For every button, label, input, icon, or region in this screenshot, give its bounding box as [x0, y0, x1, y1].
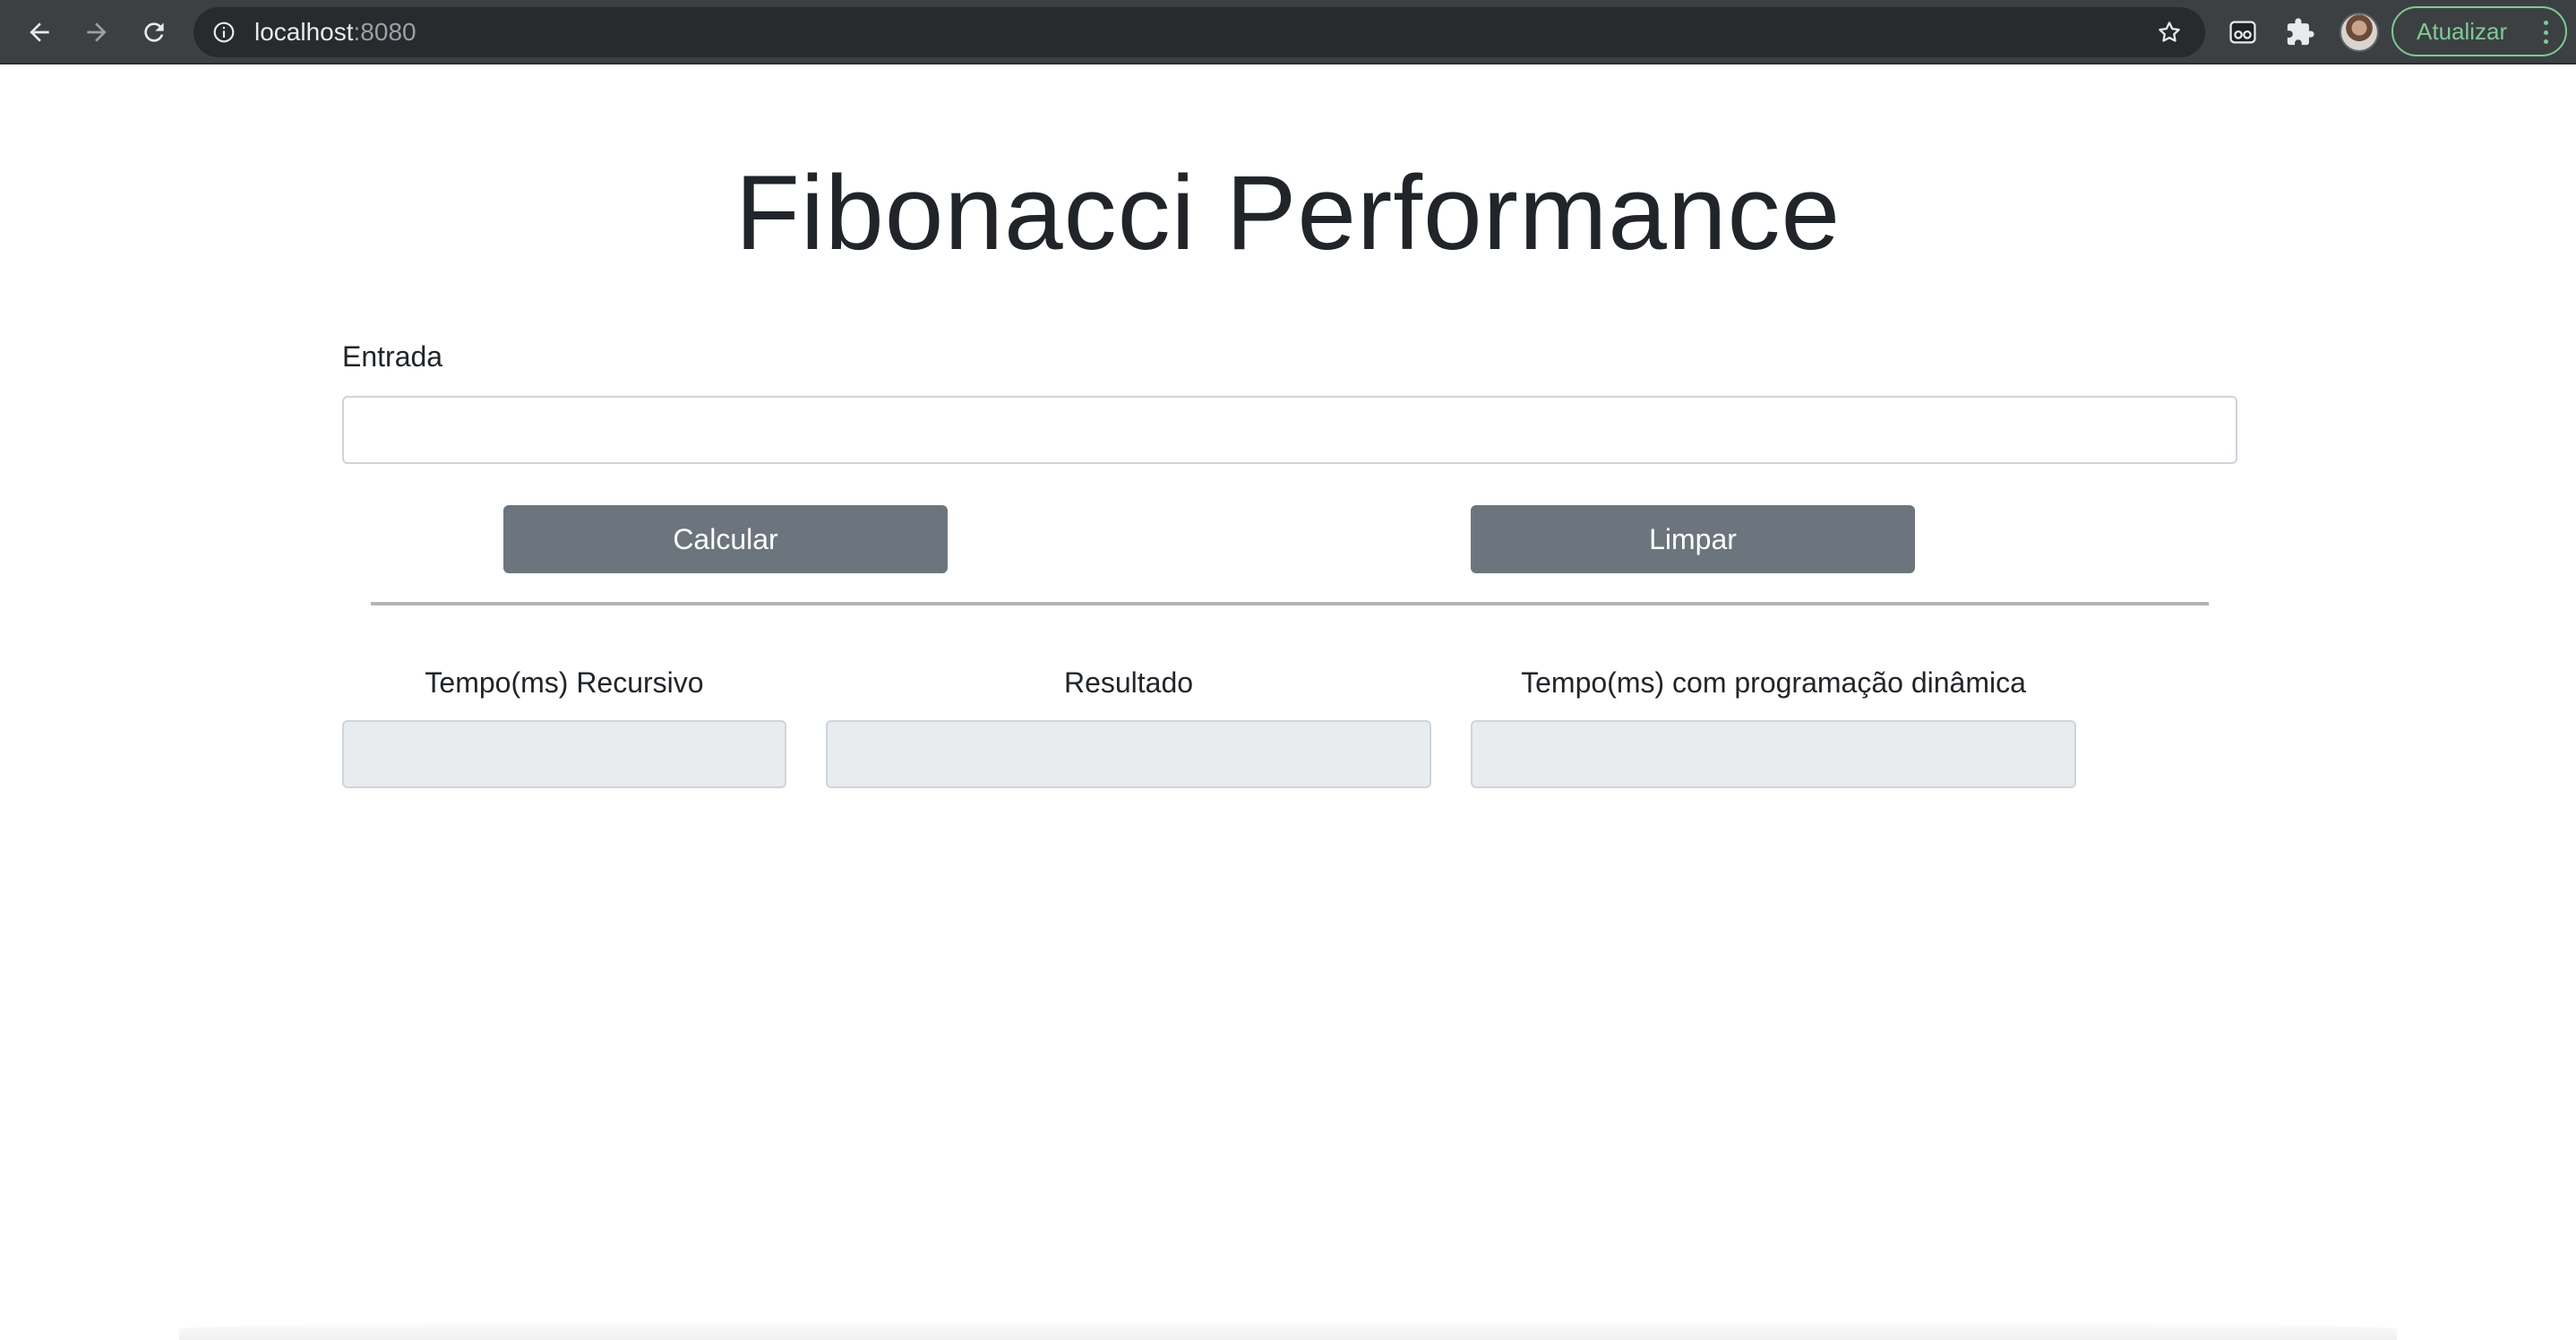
url-host: localhost	[254, 18, 354, 46]
clear-button[interactable]: Limpar	[1471, 505, 1915, 573]
calculate-button[interactable]: Calcular	[503, 505, 948, 573]
recursive-time-label: Tempo(ms) Recursivo	[425, 666, 704, 699]
bookmark-star-icon[interactable]	[2155, 18, 2184, 47]
entrada-input[interactable]	[342, 396, 2237, 464]
reader-extension-button[interactable]	[2223, 13, 2263, 52]
bottom-shadow	[179, 1319, 2397, 1340]
address-bar[interactable]: localhost:8080	[193, 7, 2205, 57]
puzzle-icon	[2287, 18, 2314, 46]
url-text: localhost:8080	[254, 7, 416, 57]
more-vert-icon[interactable]	[2542, 21, 2549, 44]
browser-toolbar: localhost:8080 Atualizar	[0, 0, 2576, 64]
page-title: Fibonacci Performance	[734, 154, 1842, 272]
arrow-right-icon	[87, 22, 107, 42]
result-label: Resultado	[1063, 666, 1194, 699]
forward-button[interactable]	[75, 11, 118, 54]
dynamic-time-label: Tempo(ms) com programação dinâmica	[1521, 666, 2026, 699]
info-icon[interactable]	[211, 20, 236, 45]
url-port: :8080	[353, 18, 416, 46]
result-output	[826, 720, 1431, 788]
reader-mode-icon	[2229, 21, 2256, 44]
update-browser-button[interactable]: Atualizar	[2391, 6, 2567, 56]
reload-icon	[144, 22, 164, 42]
arrow-left-icon	[30, 22, 49, 42]
update-label: Atualizar	[2417, 17, 2508, 45]
extensions-button[interactable]	[2280, 13, 2320, 52]
recursive-time-output	[342, 720, 786, 788]
reload-button[interactable]	[133, 11, 176, 54]
avatar[interactable]	[2340, 13, 2379, 52]
back-button[interactable]	[18, 11, 61, 54]
entrada-label: Entrada	[342, 340, 443, 373]
dynamic-time-output	[1471, 720, 2076, 788]
divider	[371, 602, 2209, 606]
